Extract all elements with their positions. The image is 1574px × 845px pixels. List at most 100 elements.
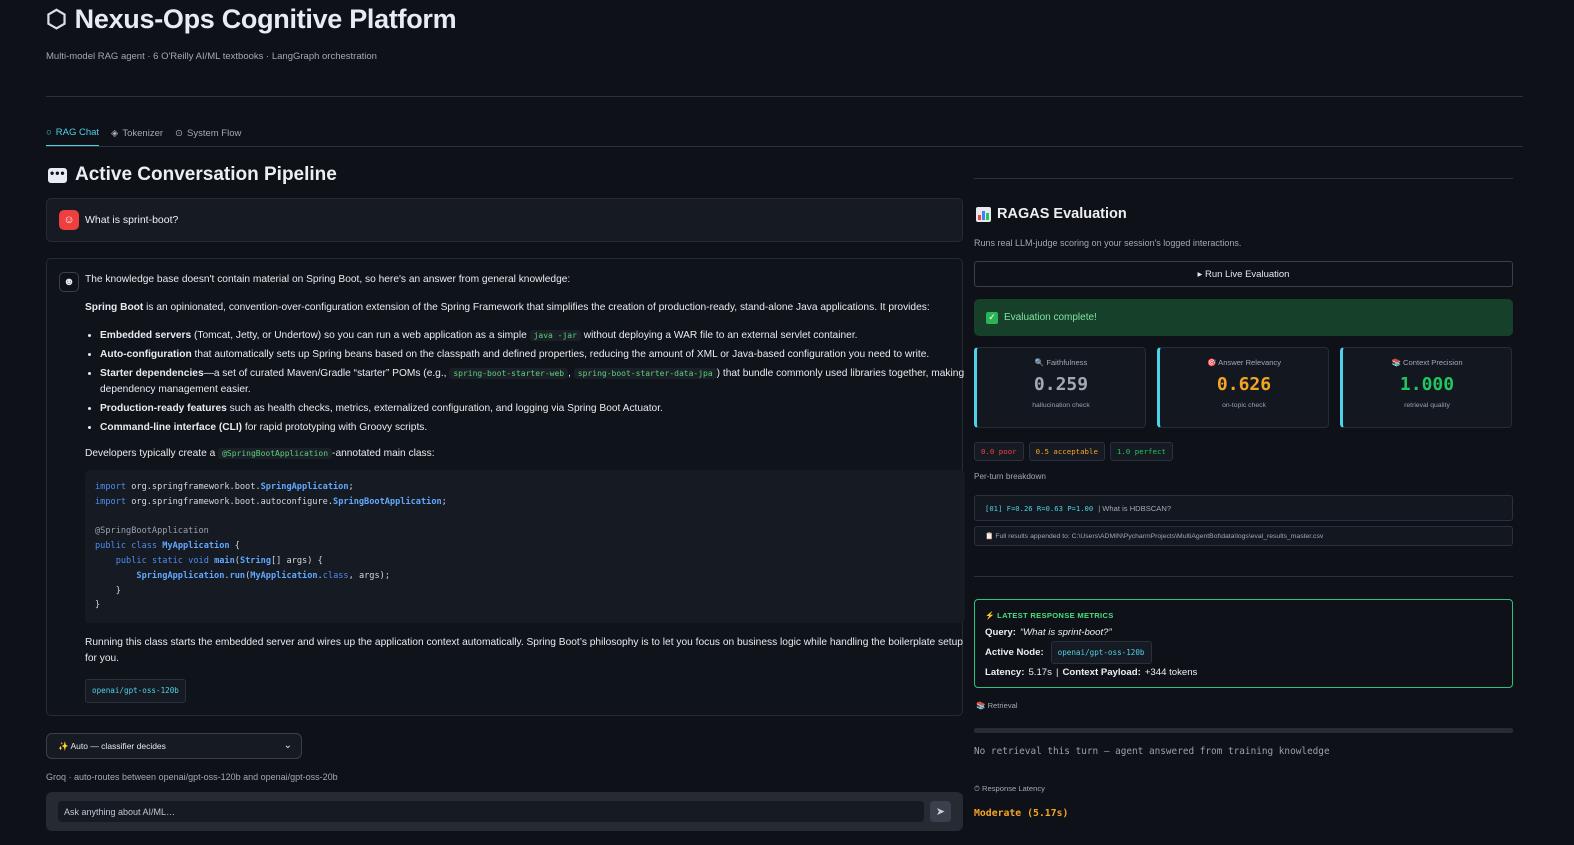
- turn-scores: [01] F=0.26 R=0.63 P=1.00: [985, 503, 1094, 513]
- query-value: “What is sprint-boot?”: [1019, 627, 1112, 638]
- separator: |: [1055, 667, 1059, 678]
- success-text: Evaluation complete!: [1004, 312, 1097, 323]
- inline-code: @SpringBootApplication: [218, 448, 333, 459]
- page-title: ⬡ Nexus-Ops Cognitive Platform: [46, 4, 457, 35]
- hexagon-icon: ⬡: [46, 6, 67, 33]
- answer-definition: Spring Boot is an opinionated, conventio…: [85, 300, 965, 316]
- list-item-text: —a set of curated Maven/Gradle “starter”…: [203, 368, 450, 379]
- model-select-value: ✨ Auto — classifier decides: [58, 740, 166, 751]
- target-icon: 🎯: [1206, 358, 1217, 367]
- user-avatar-icon: ☺: [59, 210, 79, 230]
- metric-label: 🔍 Faithfulness: [977, 358, 1145, 367]
- latency-label: Latency:: [985, 667, 1025, 678]
- chat-input-bar: ➤: [46, 792, 963, 831]
- feature-list: Embedded servers (Tomcat, Jetty, or Unde…: [100, 328, 965, 436]
- routing-note: Groq · auto-routes between openai/gpt-os…: [46, 772, 338, 782]
- chat-input[interactable]: [58, 801, 924, 822]
- page-subtitle: Multi-model RAG agent · 6 O'Reilly AI/ML…: [46, 51, 377, 62]
- metric-faithfulness: 🔍 Faithfulness 0.259 hallucination check: [974, 347, 1146, 428]
- per-turn-label: Per-turn breakdown: [974, 472, 1046, 481]
- ragas-heading: RAGAS Evaluation: [976, 206, 1127, 222]
- tab-rag-chat[interactable]: ○ RAG Chat: [46, 125, 100, 147]
- latency-value: 5.17s: [1028, 667, 1052, 678]
- chevron-down-icon: ⌄: [283, 740, 292, 751]
- list-item-text: ,: [568, 368, 574, 379]
- page-title-text: Nexus-Ops Cognitive Platform: [74, 4, 457, 34]
- list-item-bold: Starter dependencies: [100, 368, 204, 379]
- retrieval-bar: [974, 728, 1513, 733]
- turn-query: | What is HDBSCAN?: [1098, 503, 1172, 513]
- bot-avatar-icon: ☻: [59, 272, 79, 292]
- retrieval-text: No retrieval this turn — agent answered …: [974, 746, 1330, 757]
- list-item-bold: Command-line interface (CLI): [100, 422, 243, 433]
- conversation-heading: Active Conversation Pipeline: [48, 164, 337, 186]
- dev-note-text: Developers typically create a: [85, 448, 219, 459]
- tab-system-flow[interactable]: ⊙ System Flow: [175, 125, 241, 147]
- metric-label-text: Answer Relevancy: [1218, 358, 1282, 367]
- dev-note: Developers typically create a @SpringBoo…: [85, 446, 965, 462]
- inline-code: java -jar: [529, 330, 581, 341]
- app-root: ⬡ Nexus-Ops Cognitive Platform Multi-mod…: [0, 0, 1574, 845]
- latest-query-line: Query: “What is sprint-boot?”: [985, 624, 1502, 641]
- tab-bar: ○ RAG Chat ◈ Tokenizer ⊙ System Flow: [46, 125, 241, 147]
- list-item-text: such as health checks, metrics, external…: [226, 403, 663, 414]
- tab-divider: [46, 146, 1523, 147]
- inline-code: spring-boot-starter-data-jpa: [573, 368, 717, 379]
- legend-perfect: 1.0 perfect: [1109, 442, 1173, 461]
- list-item-bold: Production-ready features: [100, 403, 227, 414]
- retrieval-label: 📚 Retrieval: [976, 701, 1018, 710]
- list-item-text: that automatically sets up Spring beans …: [191, 349, 930, 360]
- ragas-subtitle: Runs real LLM-judge scoring on your sess…: [974, 238, 1242, 248]
- metric-caption: retrieval quality: [1404, 402, 1450, 409]
- payload-value: +344 tokens: [1144, 667, 1198, 678]
- score-legend: 0.0 poor 0.5 acceptable 1.0 perfect: [974, 442, 1173, 461]
- latency-line: Latency: 5.17s | Context Payload: +344 t…: [985, 664, 1502, 681]
- right-panel-divider-2: [974, 576, 1513, 577]
- right-panel-divider: [974, 178, 1513, 179]
- metric-caption: hallucination check: [1032, 402, 1090, 409]
- circle-icon: ○: [46, 126, 52, 138]
- tab-label: RAG Chat: [55, 126, 100, 138]
- legend-acceptable: 0.5 acceptable: [1028, 442, 1105, 461]
- answer-intro: The knowledge base doesn't contain mater…: [85, 274, 571, 285]
- definition-text: is an opinionated, convention-over-confi…: [143, 302, 930, 313]
- tab-tokenizer[interactable]: ◈ Tokenizer: [111, 125, 163, 147]
- assistant-message: ☻ The knowledge base doesn't contain mat…: [46, 258, 965, 716]
- list-item-text: for rapid prototyping with Groovy script…: [242, 422, 428, 433]
- metric-value: 0.626: [1216, 374, 1272, 395]
- flow-icon: ⊙: [175, 127, 183, 139]
- run-evaluation-button[interactable]: ▸ Run Live Evaluation: [974, 261, 1513, 287]
- turn-row: [01] F=0.26 R=0.63 P=1.00 | What is HDBS…: [974, 495, 1513, 521]
- response-latency-label: ⏱ Response Latency: [974, 784, 1045, 793]
- books-icon: 📚: [1391, 358, 1401, 367]
- list-item: Production-ready features such as health…: [100, 401, 965, 417]
- metric-label: 📚 Context Precision: [1343, 358, 1511, 367]
- send-arrow-icon: ➤: [935, 806, 946, 818]
- metric-answer-relevancy: 🎯 Answer Relevancy 0.626 on-topic check: [1157, 347, 1329, 428]
- metric-label: 🎯 Answer Relevancy: [1160, 358, 1328, 367]
- success-alert: ✓ Evaluation complete!: [974, 299, 1513, 336]
- list-item-bold: Auto-configuration: [100, 349, 192, 360]
- tab-label: Tokenizer: [122, 127, 164, 139]
- active-node-line: Active Node: openai/gpt-oss-120b: [985, 641, 1502, 664]
- definition-term: Spring Boot: [85, 302, 144, 313]
- inline-code: spring-boot-starter-web: [449, 368, 569, 379]
- model-select[interactable]: ✨ Auto — classifier decides ⌄: [46, 733, 302, 759]
- metric-label-text: Context Precision: [1403, 358, 1463, 367]
- send-button[interactable]: ➤: [930, 801, 951, 822]
- code-block[interactable]: import org.springframework.boot.SpringAp…: [85, 470, 965, 624]
- metric-label-text: Faithfulness: [1046, 358, 1088, 367]
- list-item-text: without deploying a WAR file to an exter…: [580, 330, 858, 341]
- active-node-badge: openai/gpt-oss-120b: [1050, 641, 1152, 664]
- metric-value: 0.259: [1033, 374, 1089, 395]
- bar-chart-icon: [976, 206, 991, 222]
- conversation-heading-text: Active Conversation Pipeline: [75, 164, 337, 185]
- list-item-bold: Embedded servers: [100, 330, 192, 341]
- payload-label: Context Payload:: [1062, 667, 1141, 678]
- legend-poor: 0.0 poor: [974, 442, 1024, 461]
- answer-closing: Running this class starts the embedded s…: [85, 637, 963, 665]
- search-icon: 🔍: [1034, 358, 1045, 367]
- assistant-message-body: The knowledge base doesn't contain mater…: [85, 272, 965, 704]
- metric-caption: on-topic check: [1222, 402, 1266, 409]
- header-divider: [46, 96, 1523, 97]
